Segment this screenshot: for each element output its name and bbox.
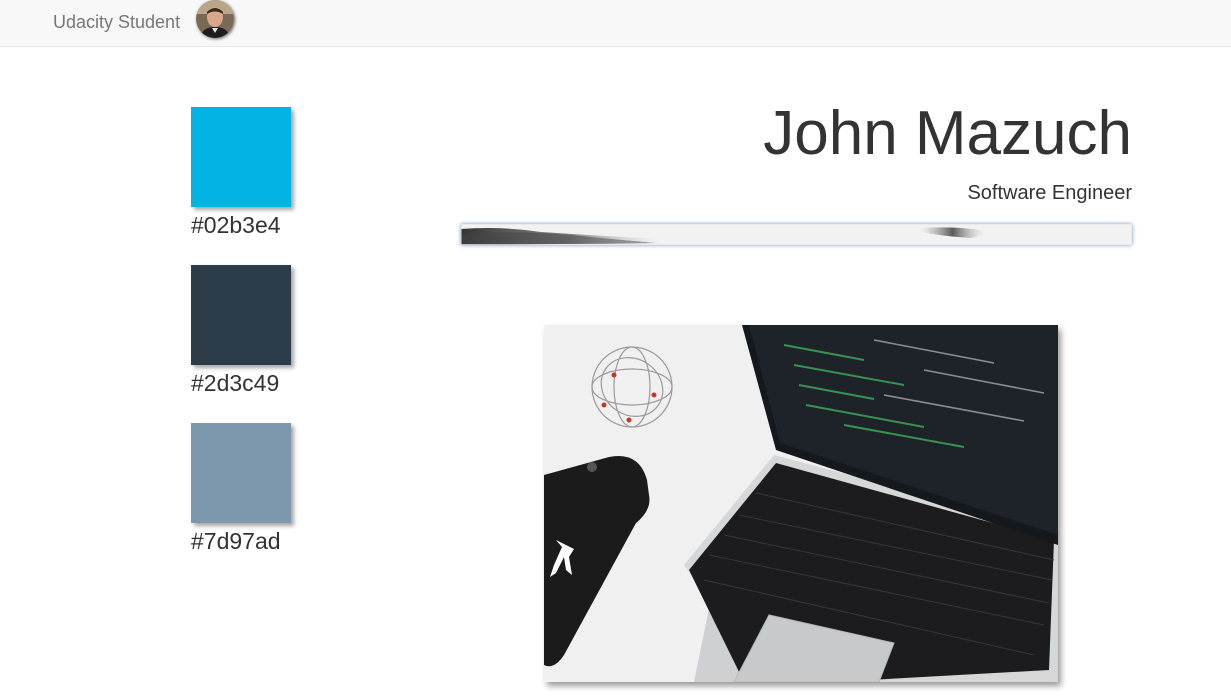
swatch-color-block <box>191 265 291 365</box>
profile-photo-icon <box>196 0 234 38</box>
hero-image <box>544 325 1058 682</box>
page-title: John Mazuch <box>763 99 1132 168</box>
laptop-phone-desk-photo-icon <box>544 325 1058 682</box>
navbar-brand[interactable]: Udacity Student <box>53 12 180 32</box>
swatch-primary: #02b3e4 <box>191 107 291 239</box>
swatch-secondary: #2d3c49 <box>191 265 291 397</box>
swatch-label: #7d97ad <box>191 528 281 554</box>
swatch-label: #2d3c49 <box>191 370 280 396</box>
swatch-color-block <box>191 423 291 523</box>
swatch-label: #02b3e4 <box>191 212 281 238</box>
navbar: Udacity Student <box>0 0 1231 47</box>
swatch-tertiary: #7d97ad <box>191 423 291 555</box>
swatch-color-block <box>191 107 291 207</box>
avatar[interactable] <box>196 0 234 38</box>
job-title: Software Engineer <box>967 182 1132 204</box>
ink-brush-divider-icon <box>461 224 1132 245</box>
ink-divider <box>461 224 1132 245</box>
